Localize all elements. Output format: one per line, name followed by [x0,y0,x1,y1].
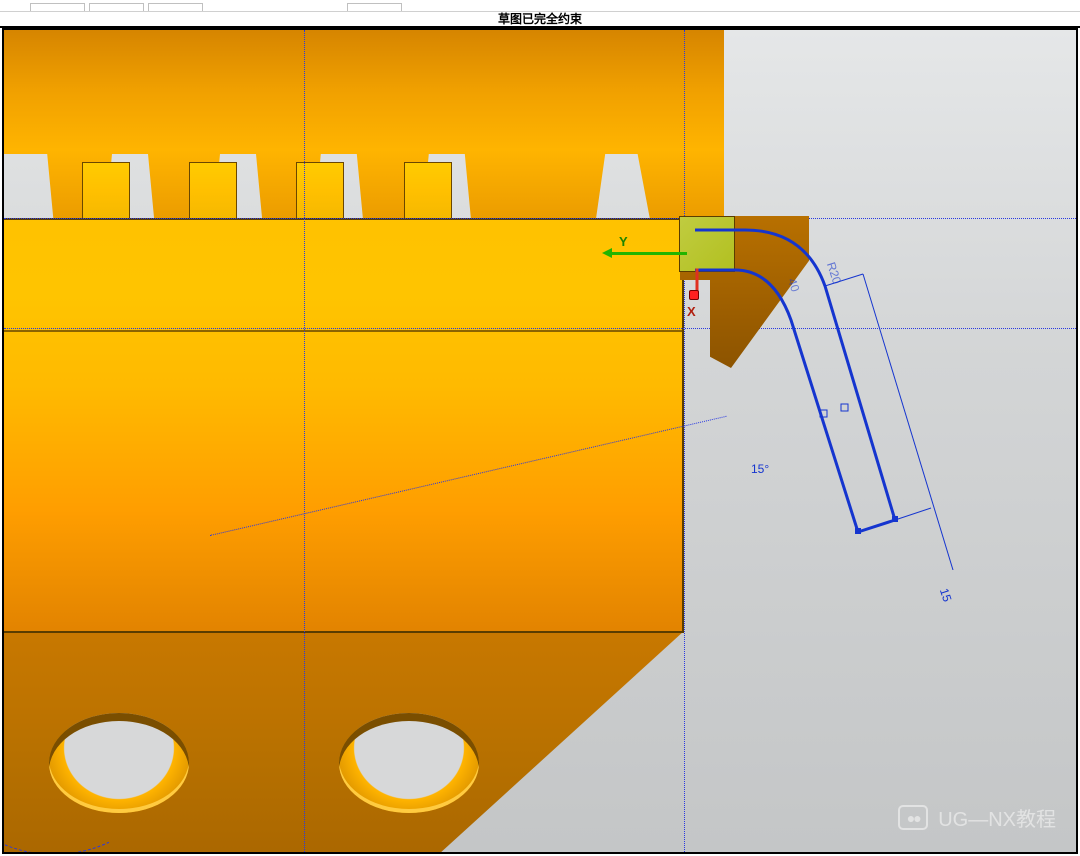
tab-stub[interactable] [347,3,402,11]
sketch-profile[interactable] [695,220,955,570]
tab-stub[interactable] [148,3,203,11]
dimension-length[interactable]: 15 [937,586,954,603]
axis-y-arrow [607,252,687,255]
watermark-text: UG—NX教程 [938,803,1056,832]
dimension-angle[interactable]: 15° [751,462,769,476]
status-message: 草图已完全约束 [498,12,582,26]
model-hole [339,713,479,813]
axis-y-label: Y [619,234,628,249]
axis-x-arrow [696,269,699,291]
graphics-viewport[interactable]: 15° 15 R20 40 Y X ●● UG—NX教程 [2,28,1078,854]
watermark: ●● UG—NX教程 [898,803,1056,832]
axis-origin[interactable] [689,290,699,300]
wechat-icon: ●● [898,805,928,830]
tab-bar [0,0,1080,12]
tab-stub[interactable] [30,3,85,11]
status-bar: 草图已完全约束 [0,12,1080,28]
tab-stub[interactable] [89,3,144,11]
construction-line-vertical [304,30,305,852]
sketch-region[interactable]: 15° 15 R20 40 Y X [659,216,939,576]
model-main-block [4,218,684,633]
axis-x-label: X [687,304,696,319]
app-window: 草图已完全约束 [0,0,1080,856]
model-tabs [4,162,684,222]
